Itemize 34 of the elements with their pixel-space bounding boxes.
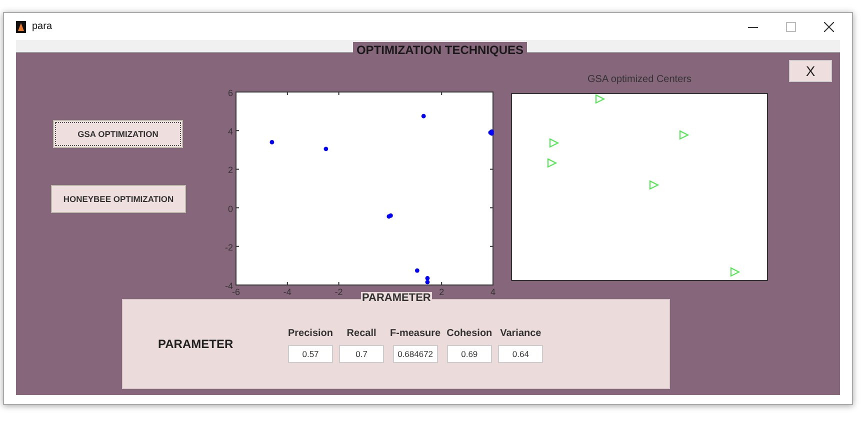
metric-label: Cohesion [446, 328, 492, 338]
close-button[interactable]: X [789, 60, 832, 82]
data-point [270, 140, 274, 144]
data-point [324, 146, 328, 152]
metric-field[interactable]: 0.64 [498, 344, 544, 362]
metric-label: F-measure [390, 328, 441, 338]
x-tick-label: -6 [232, 287, 240, 297]
y-tick-label: 0 [228, 204, 233, 214]
metric-field[interactable]: 0.57 [288, 344, 334, 362]
close-icon[interactable] [824, 22, 834, 32]
optimization-button[interactable]: GSA OPTIMIZATION [53, 120, 183, 148]
x-tick-label: -2 [334, 287, 343, 297]
window-title: para [32, 21, 52, 32]
optimization-button[interactable]: HONEYBEE OPTIMIZATION [51, 185, 186, 213]
metric-field[interactable]: 0.69 [446, 344, 492, 362]
panel-title: OPTIMIZATION TECHNIQUES [353, 42, 527, 58]
parameter-label: PARAMETER [158, 337, 234, 351]
y-tick-label: -4 [224, 281, 233, 291]
metric-field[interactable]: 0.684672 [392, 344, 438, 362]
metric-label: Recall [346, 328, 376, 338]
y-tick-label: -2 [224, 242, 233, 252]
data-point [421, 114, 426, 118]
y-tick-label: 4 [228, 126, 233, 137]
metric-label: Variance [500, 328, 542, 338]
x-tick-label: 4 [490, 287, 496, 297]
y-tick-label: 2 [228, 165, 233, 176]
data-point [414, 268, 420, 273]
metric-field[interactable]: 0.7 [339, 344, 384, 362]
metric-label: Precision [288, 328, 334, 338]
y-tick-label: 6 [228, 88, 233, 98]
app-icon [16, 20, 26, 32]
x-tick-label: 2 [439, 287, 444, 297]
x-tick-label: -4 [283, 287, 292, 297]
chart-title: GSA optimized Centers [588, 74, 692, 87]
